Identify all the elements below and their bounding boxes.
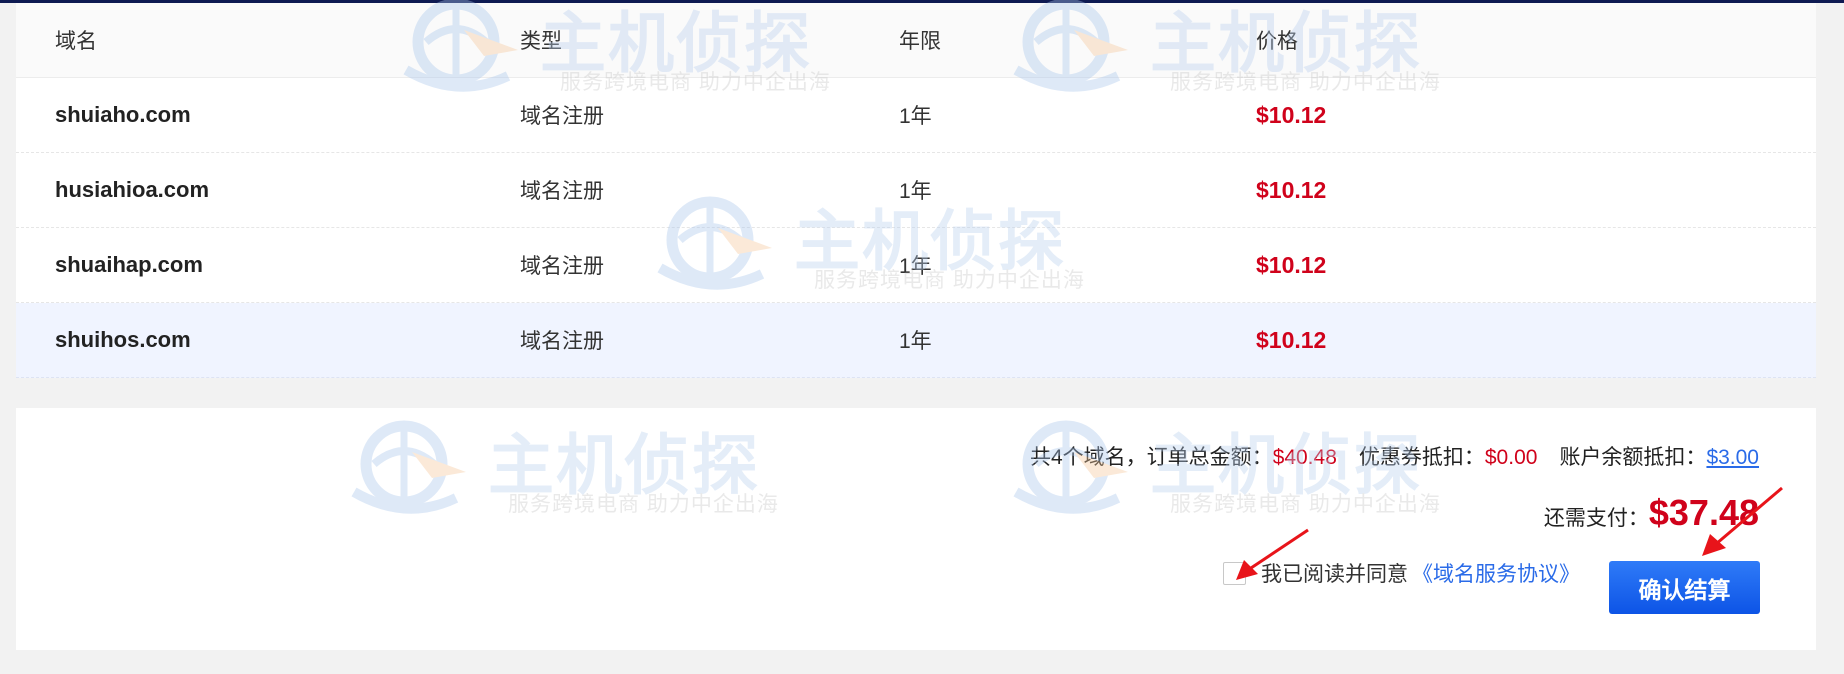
domain-type: 域名注册 [520, 105, 604, 128]
agreement: 我已阅读并同意 《域名服务协议》 [1223, 558, 1580, 588]
order-totals: 共 4 个域名，订单总金额： $40.48 优惠券抵扣： $0.00 账户余额抵扣：… [1030, 441, 1759, 471]
domain-type: 域名注册 [520, 180, 604, 203]
domain-price: $10.12 [1256, 251, 1327, 278]
balance-discount-link[interactable]: $3.00 [1706, 446, 1759, 470]
domain-name: husiahioa.com [55, 177, 210, 202]
domain-years: 1年 [899, 255, 932, 278]
confirm-checkout-button[interactable]: 确认结算 [1609, 561, 1760, 614]
coupon-discount: $0.00 [1484, 446, 1538, 469]
domain-name: shuaihap.com [55, 252, 203, 277]
table-header: 域名 类型 年限 价格 [16, 3, 1816, 78]
balance-label: 账户余额抵扣： [1559, 446, 1707, 469]
count-suffix: 个域名，订单总金额： [1062, 446, 1273, 469]
column-header-years: 年限 [899, 30, 941, 53]
agreement-text: 我已阅读并同意 [1261, 563, 1408, 586]
domain-name: shuiaho.com [55, 102, 191, 127]
domain-price: $10.12 [1256, 176, 1327, 203]
table-row: shuiaho.com 域名注册 1年 $10.12 [16, 78, 1816, 153]
amount-due-value: $37.48 [1648, 492, 1759, 533]
domain-years: 1年 [899, 180, 932, 203]
table-row: husiahioa.com 域名注册 1年 $10.12 [16, 153, 1816, 228]
coupon-label: 优惠券抵扣： [1358, 446, 1485, 469]
count-prefix: 共 [1029, 446, 1051, 469]
domain-price: $10.12 [1256, 326, 1327, 353]
domain-count: 4 [1050, 446, 1063, 469]
amount-due-label: 还需支付： [1543, 507, 1649, 530]
domain-type: 域名注册 [520, 255, 604, 278]
table-row: shuihos.com 域名注册 1年 $10.12 [16, 303, 1816, 378]
amount-due: 还需支付： $37.48 [1544, 492, 1759, 534]
domain-years: 1年 [899, 105, 932, 128]
order-total: $40.48 [1272, 446, 1337, 469]
service-agreement-link[interactable]: 《域名服务协议》 [1412, 558, 1580, 588]
column-header-type: 类型 [520, 30, 562, 53]
domain-name: shuihos.com [55, 327, 191, 352]
table-row: shuaihap.com 域名注册 1年 $10.12 [16, 228, 1816, 303]
domain-price: $10.12 [1256, 101, 1327, 128]
order-table: 域名 类型 年限 价格 shuiaho.com 域名注册 1年 $10.12 h… [16, 3, 1816, 378]
domain-type: 域名注册 [520, 330, 604, 353]
column-header-domain: 域名 [55, 30, 97, 53]
column-header-price: 价格 [1256, 30, 1298, 53]
domain-years: 1年 [899, 330, 932, 353]
agreement-checkbox[interactable] [1223, 561, 1246, 585]
checkout-summary: 共 4 个域名，订单总金额： $40.48 优惠券抵扣： $0.00 账户余额抵扣：… [16, 408, 1816, 650]
